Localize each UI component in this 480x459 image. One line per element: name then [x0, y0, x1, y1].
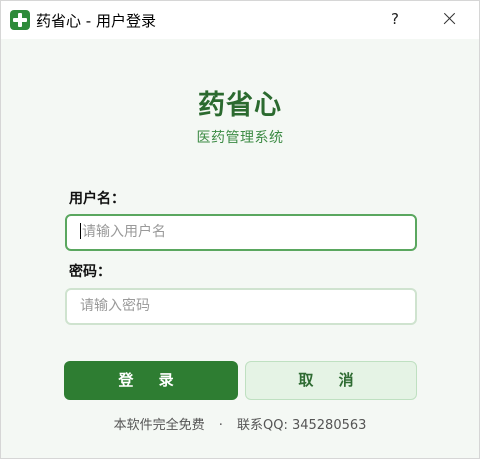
footer-separator: · — [218, 418, 223, 433]
text-caret — [80, 223, 81, 239]
brand-subtitle: 医药管理系统 — [196, 130, 284, 146]
medical-cross-icon — [10, 10, 30, 30]
username-label: 用户名： — [69, 191, 125, 207]
window-title: 药省心 - 用户登录 — [36, 12, 156, 30]
footer-free-text: 本软件完全免费 — [113, 418, 205, 433]
password-placeholder: 请输入密码 — [80, 298, 150, 314]
footer: 本软件完全免费 · 联系QQ: 345280563 — [1, 414, 479, 433]
footer-contact: 联系QQ: 345280563 — [237, 418, 367, 433]
cancel-button[interactable]: 取 消 — [245, 361, 417, 400]
login-button[interactable]: 登 录 — [64, 361, 238, 400]
password-input[interactable]: 请输入密码 — [65, 288, 417, 325]
password-label: 密码： — [69, 264, 111, 280]
username-input[interactable]: 请输入用户名 — [65, 214, 417, 251]
help-button[interactable]: ? — [383, 7, 407, 31]
close-button[interactable] — [437, 7, 463, 31]
title-bar: 药省心 - 用户登录 ? — [1, 1, 479, 39]
login-window: 药省心 - 用户登录 ? 药省心 医药管理系统 用户名： 请输入用户名 密码： … — [0, 0, 480, 459]
brand-title: 药省心 — [198, 90, 282, 121]
username-placeholder: 请输入用户名 — [82, 224, 166, 240]
